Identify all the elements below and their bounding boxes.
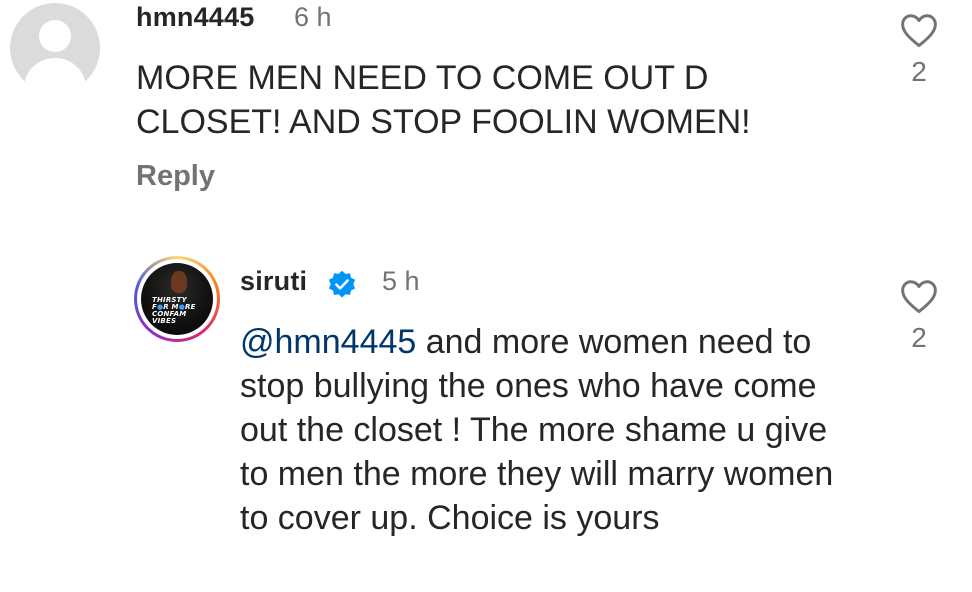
comment-item: hmn4445 6 h MORE MEN NEED TO COME OUT D … (0, 0, 972, 230)
heart-outline-icon[interactable] (899, 12, 939, 48)
avatar-logo-text: THIRSTY F●R M●RE CONFAM VIBES (152, 297, 206, 325)
like-count: 2 (911, 322, 927, 353)
like-button[interactable]: 2 (898, 12, 940, 88)
avatar-figure (171, 271, 187, 293)
logo-line-4: VIBES (152, 317, 177, 325)
comment-username[interactable]: hmn4445 (136, 2, 254, 33)
avatar-image: THIRSTY F●R M●RE CONFAM VIBES (141, 263, 213, 335)
heart-outline-icon[interactable] (899, 278, 939, 314)
default-avatar-icon[interactable] (10, 3, 100, 93)
comment-timestamp: 6 h (294, 2, 332, 32)
story-ring-avatar[interactable]: THIRSTY F●R M●RE CONFAM VIBES (134, 256, 220, 342)
reply-button[interactable]: Reply (136, 160, 215, 193)
comment-text: @hmn4445 and more women need to stop bul… (240, 320, 860, 540)
like-count: 2 (911, 56, 927, 87)
mention-link[interactable]: @hmn4445 (240, 323, 416, 361)
comment-timestamp: 5 h (382, 266, 420, 296)
comment-username[interactable]: siruti (240, 266, 307, 297)
comment-item: THIRSTY F●R M●RE CONFAM VIBES siruti 5 h… (0, 250, 972, 592)
avatar-head-shape (39, 20, 71, 52)
like-button[interactable]: 2 (898, 278, 940, 354)
verified-badge-icon (328, 270, 356, 298)
avatar-body-shape (24, 58, 86, 93)
logo-line-2c: RE (185, 303, 196, 311)
comment-text: MORE MEN NEED TO COME OUT D CLOSET! AND … (136, 59, 751, 141)
